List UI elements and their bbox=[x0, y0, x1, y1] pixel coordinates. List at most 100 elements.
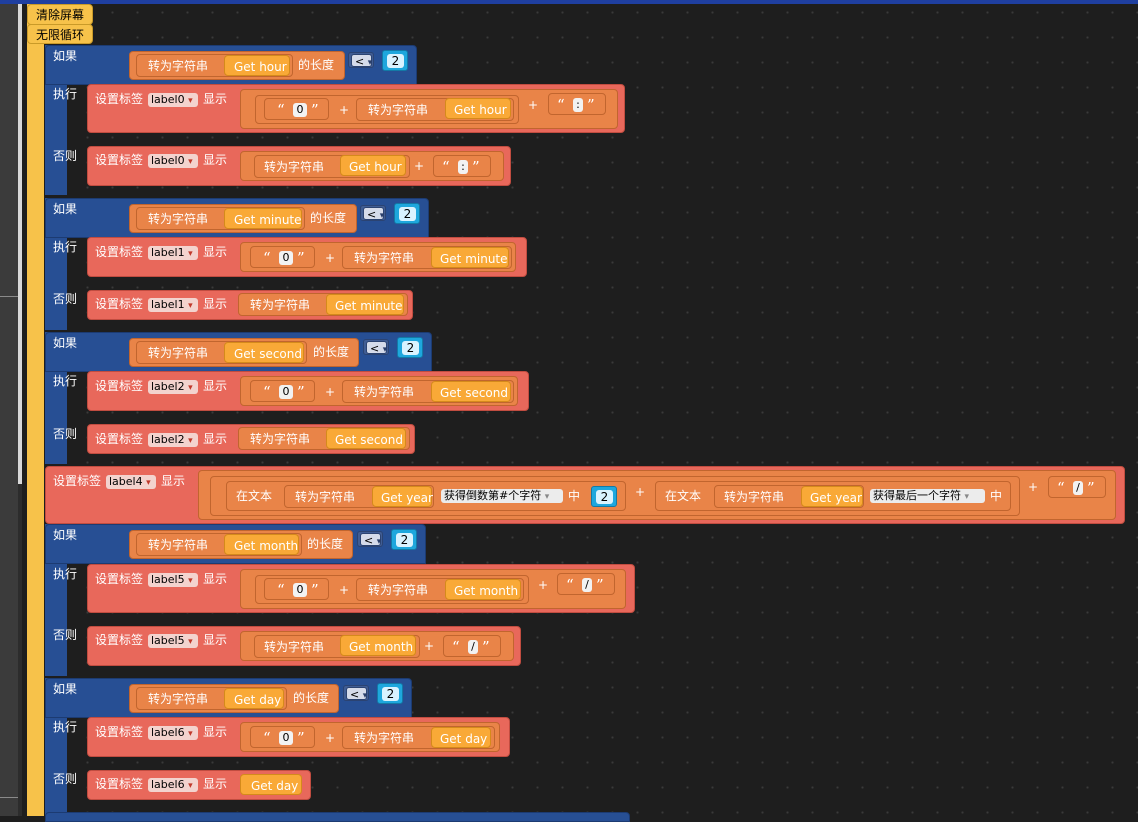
text-literal-block[interactable]: “/” bbox=[557, 573, 615, 595]
get-year-label: Get year bbox=[381, 491, 433, 505]
get-hour-block[interactable]: Get hour bbox=[340, 155, 406, 176]
get-second-label: Get second bbox=[335, 433, 403, 447]
number-block[interactable]: 2 bbox=[391, 529, 417, 550]
scrollbar-thumb[interactable] bbox=[18, 4, 22, 484]
compare-block[interactable]: < ▾ bbox=[348, 52, 374, 68]
show-keyword: 显示 bbox=[203, 379, 228, 393]
set-label-keyword: 设置标签 bbox=[95, 379, 144, 393]
text-literal-block[interactable]: “/” bbox=[443, 635, 501, 657]
text-field[interactable]: 0 bbox=[293, 583, 307, 597]
number-block[interactable]: 2 bbox=[397, 337, 423, 358]
get-month-block[interactable]: Get month bbox=[224, 534, 299, 555]
divider bbox=[0, 797, 18, 798]
get-hour-block[interactable]: Get hour bbox=[224, 55, 290, 76]
get-minute-block[interactable]: Get minute bbox=[224, 208, 302, 229]
show-keyword: 显示 bbox=[203, 92, 228, 106]
number-field[interactable]: 2 bbox=[396, 533, 413, 547]
compare-dropdown[interactable]: < ▾ bbox=[363, 207, 384, 221]
text-literal-block[interactable]: “:” bbox=[548, 93, 606, 115]
text-field[interactable]: 0 bbox=[279, 731, 293, 745]
scrollbar-track bbox=[18, 484, 22, 816]
text-literal-block[interactable]: “/” bbox=[1048, 476, 1106, 498]
label-dropdown[interactable]: label0 ▾ bbox=[148, 154, 198, 168]
label-dropdown[interactable]: label2 ▾ bbox=[148, 380, 198, 394]
text-field[interactable]: : bbox=[573, 98, 583, 112]
compare-dropdown[interactable]: < ▾ bbox=[346, 687, 367, 701]
compare-block[interactable]: < ▾ bbox=[357, 531, 383, 547]
clear-screen-block[interactable]: 清除屏幕 bbox=[27, 4, 93, 25]
get-day-block[interactable]: Get day bbox=[240, 774, 302, 795]
divider bbox=[0, 296, 18, 297]
char-mode-dropdown[interactable]: 获得最后一个字符 ▾ bbox=[870, 489, 985, 503]
number-field[interactable]: 2 bbox=[387, 54, 404, 68]
compare-dropdown[interactable]: < ▾ bbox=[366, 341, 387, 355]
get-minute-block[interactable]: Get minute bbox=[431, 247, 509, 268]
text-field[interactable]: 0 bbox=[293, 103, 307, 117]
text-field[interactable]: / bbox=[582, 578, 592, 592]
get-second-block[interactable]: Get second bbox=[431, 381, 511, 402]
to-string-label: 转为字符串 bbox=[354, 251, 415, 265]
compare-dropdown[interactable]: < ▾ bbox=[360, 533, 381, 547]
left-panel-scrollbar[interactable] bbox=[0, 4, 18, 816]
get-minute-block[interactable]: Get minute bbox=[326, 294, 404, 315]
label-dropdown[interactable]: label5 ▾ bbox=[148, 573, 198, 587]
number-field[interactable]: 2 bbox=[596, 490, 613, 504]
number-block[interactable]: 2 bbox=[377, 683, 403, 704]
get-year-block[interactable]: Get year bbox=[801, 486, 863, 507]
to-string-label: 转为字符串 bbox=[148, 59, 209, 73]
number-field[interactable]: 2 bbox=[382, 687, 399, 701]
do-keyword: 执行 bbox=[53, 240, 78, 254]
label-dropdown[interactable]: label0 ▾ bbox=[148, 93, 198, 107]
get-month-block[interactable]: Get month bbox=[340, 635, 416, 656]
do-keyword: 执行 bbox=[53, 567, 78, 581]
label-dropdown[interactable]: label1 ▾ bbox=[148, 246, 198, 260]
compare-block[interactable]: < ▾ bbox=[343, 685, 369, 701]
number-field[interactable]: 2 bbox=[399, 207, 416, 221]
compare-block[interactable]: < ▾ bbox=[360, 205, 386, 221]
get-day-label: Get day bbox=[234, 693, 282, 707]
next-block-partial[interactable] bbox=[45, 812, 630, 822]
do-keyword: 执行 bbox=[53, 720, 78, 734]
show-keyword: 显示 bbox=[203, 633, 228, 647]
text-field[interactable]: 0 bbox=[279, 251, 293, 265]
label-dropdown[interactable]: label2 ▾ bbox=[148, 433, 198, 447]
number-field[interactable]: 2 bbox=[402, 341, 419, 355]
get-second-label: Get second bbox=[234, 347, 302, 361]
label-dropdown[interactable]: label6 ▾ bbox=[148, 778, 198, 792]
to-string-label: 转为字符串 bbox=[148, 346, 209, 360]
compare-dropdown[interactable]: < ▾ bbox=[351, 54, 372, 68]
text-literal-block[interactable]: “:” bbox=[433, 155, 491, 177]
show-keyword: 显示 bbox=[203, 297, 228, 311]
get-hour-block[interactable]: Get hour bbox=[445, 98, 511, 119]
set-label-keyword: 设置标签 bbox=[95, 633, 144, 647]
get-day-block[interactable]: Get day bbox=[224, 688, 284, 709]
get-second-block[interactable]: Get second bbox=[326, 428, 406, 449]
text-literal-block[interactable]: “0” bbox=[264, 578, 329, 600]
get-minute-label: Get minute bbox=[335, 299, 403, 313]
label-dropdown[interactable]: label6 ▾ bbox=[148, 726, 198, 740]
text-literal-block[interactable]: “0” bbox=[250, 726, 315, 748]
text-literal-block[interactable]: “0” bbox=[250, 246, 315, 268]
text-field[interactable]: / bbox=[1073, 481, 1083, 495]
get-month-block[interactable]: Get month bbox=[445, 579, 521, 600]
label-dropdown[interactable]: label4 ▾ bbox=[106, 475, 156, 489]
number-block[interactable]: 2 bbox=[382, 50, 408, 71]
text-field[interactable]: / bbox=[468, 640, 478, 654]
number-block[interactable]: 2 bbox=[394, 203, 420, 224]
zhong-label: 中 bbox=[568, 489, 581, 503]
get-day-block[interactable]: Get day bbox=[431, 727, 491, 748]
plus-sign: + bbox=[325, 731, 336, 745]
char-mode-dropdown[interactable]: 获得倒数第#个字符 ▾ bbox=[441, 489, 563, 503]
text-literal-block[interactable]: “0” bbox=[250, 380, 315, 402]
compare-block[interactable]: < ▾ bbox=[363, 339, 389, 355]
number-block[interactable]: 2 bbox=[591, 486, 617, 507]
text-field[interactable]: : bbox=[458, 160, 468, 174]
get-second-block[interactable]: Get second bbox=[224, 342, 304, 363]
label-dropdown[interactable]: label1 ▾ bbox=[148, 298, 198, 312]
get-year-block[interactable]: Get year bbox=[372, 486, 433, 507]
text-field[interactable]: 0 bbox=[279, 385, 293, 399]
set-label-keyword: 设置标签 bbox=[53, 474, 102, 488]
text-literal-block[interactable]: “0” bbox=[264, 98, 329, 120]
forever-loop-block[interactable]: 无限循环 bbox=[27, 24, 93, 44]
label-dropdown[interactable]: label5 ▾ bbox=[148, 634, 198, 648]
